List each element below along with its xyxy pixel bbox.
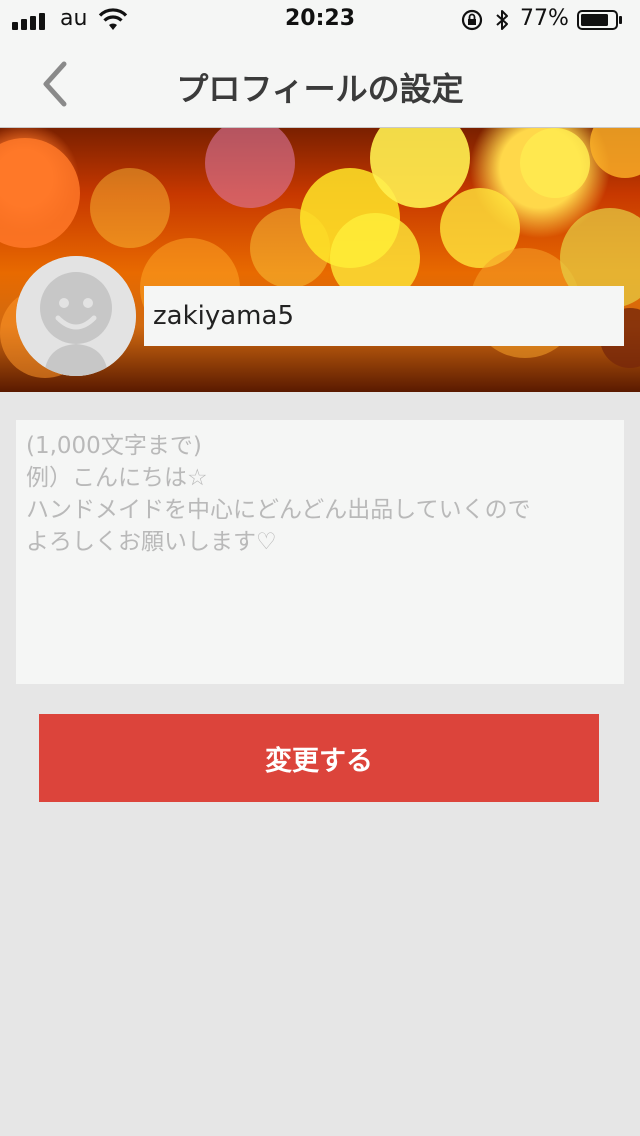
bokeh-light [590, 128, 640, 178]
bokeh-light [205, 128, 295, 208]
battery-percent: 77% [520, 6, 569, 31]
page-title: プロフィールの設定 [176, 70, 464, 108]
bokeh-light [90, 168, 170, 248]
bokeh-light [0, 138, 80, 248]
bluetooth-icon [494, 8, 510, 36]
profile-bio-textarea[interactable] [16, 420, 624, 684]
username-input[interactable] [144, 286, 624, 346]
avatar[interactable] [16, 256, 136, 376]
navigation-bar: プロフィールの設定 [0, 40, 640, 128]
rotation-lock-icon [460, 8, 484, 36]
battery-icon [577, 10, 623, 30]
submit-button[interactable]: 変更する [39, 714, 599, 802]
default-avatar-icon [16, 256, 136, 376]
bokeh-light [520, 128, 590, 198]
status-bar: au 20:23 77% [0, 0, 640, 40]
